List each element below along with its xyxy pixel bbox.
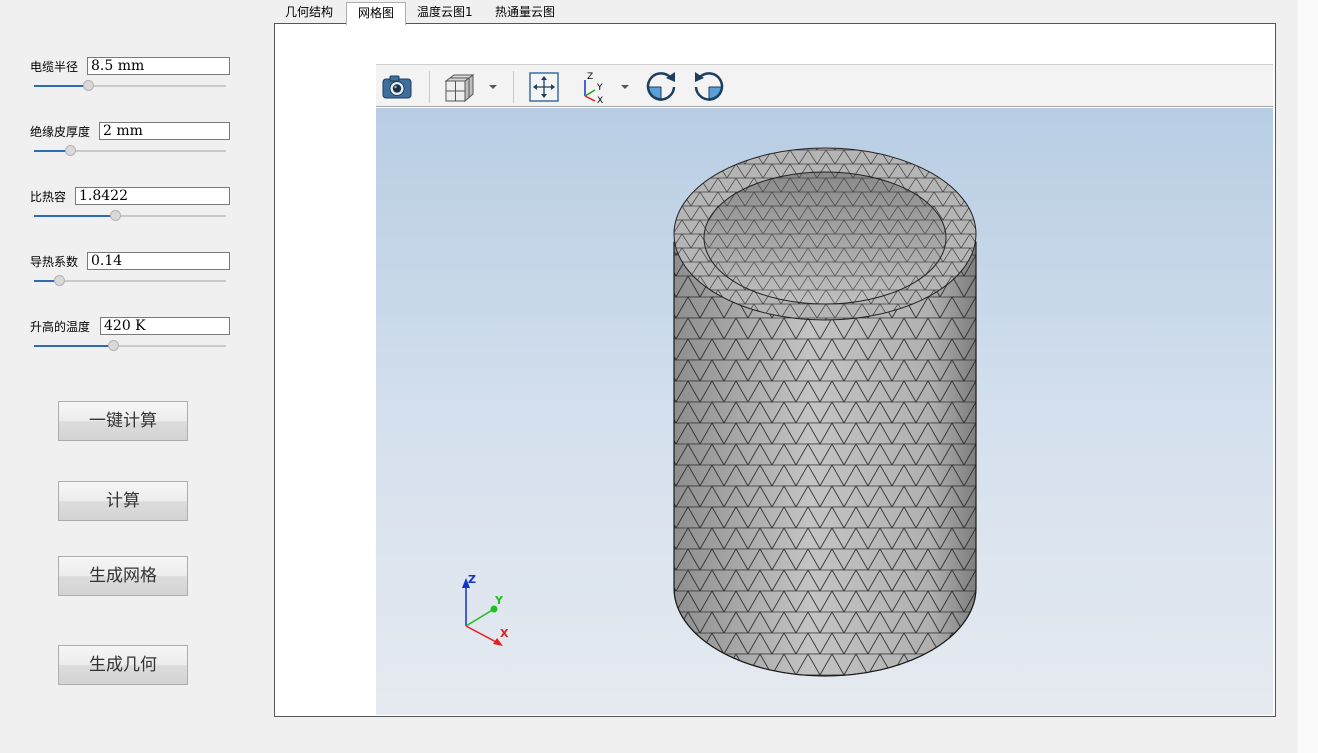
toolbar-separator [429, 71, 430, 103]
slider-handle[interactable] [82, 80, 94, 91]
cable-radius-input[interactable]: 8.5 mm [87, 57, 230, 75]
tab-geometry[interactable]: 几何结构 [274, 2, 344, 24]
rotate-cw-icon[interactable] [644, 70, 678, 104]
axes-y-label: Y [596, 83, 603, 93]
one-click-compute-button[interactable]: 一键计算 [58, 401, 188, 441]
insulation-thickness-label: 绝缘皮厚度 [30, 125, 91, 139]
triad-x-label: X [500, 627, 509, 640]
axes-dropdown-chevron-down-icon[interactable] [619, 81, 631, 93]
specific-heat-input[interactable]: 1.8422 [75, 187, 230, 205]
thermal-conductivity-input[interactable]: 0.14 [87, 252, 230, 270]
window-edge [1298, 0, 1318, 753]
mesh-canvas[interactable]: Z Y X [376, 108, 1273, 715]
slider-handle[interactable] [53, 275, 65, 286]
tab-mesh[interactable]: 网格图 [346, 2, 407, 25]
specific-heat-label: 比热容 [30, 190, 67, 204]
axes-z-label: Z [587, 72, 593, 82]
generate-geometry-button[interactable]: 生成几何 [58, 645, 188, 685]
specific-heat-slider[interactable] [34, 210, 226, 222]
axes-x-label: X [597, 96, 603, 104]
temperature-rise-label: 升高的温度 [30, 320, 91, 334]
view-dropdown-chevron-down-icon[interactable] [487, 81, 499, 93]
slider-handle[interactable] [65, 145, 77, 156]
mesh-viewport[interactable]: Z Y X [376, 108, 1273, 715]
triad-z-label: Z [468, 573, 476, 586]
temperature-rise-slider[interactable] [34, 340, 226, 352]
triad-y-label: Y [494, 594, 504, 607]
slider-handle[interactable] [109, 210, 121, 221]
tab-temperature-contour[interactable]: 温度云图1 [406, 2, 484, 24]
thermal-conductivity-slider[interactable] [34, 275, 226, 287]
camera-icon[interactable] [380, 70, 414, 104]
cable-radius-label: 电缆半径 [30, 60, 79, 74]
insulation-thickness-input[interactable]: 2 mm [99, 122, 230, 140]
view-cube-icon[interactable] [442, 70, 476, 104]
rotate-ccw-icon[interactable] [692, 70, 726, 104]
toolbar-separator [513, 71, 514, 103]
cable-radius-slider[interactable] [34, 80, 226, 92]
insulation-thickness-slider[interactable] [34, 145, 226, 157]
cable-mesh-model [673, 147, 977, 677]
thermal-conductivity-label: 导热系数 [30, 255, 79, 269]
axis-triad: Z Y X [462, 573, 509, 646]
temperature-rise-input[interactable]: 420 K [100, 317, 230, 335]
slider-handle[interactable] [107, 340, 119, 351]
fit-all-icon[interactable] [527, 70, 561, 104]
generate-mesh-button[interactable]: 生成网格 [58, 556, 188, 596]
tab-heat-flux-contour[interactable]: 热通量云图 [484, 2, 566, 24]
viewer-toolbar: Z Y X [376, 64, 1273, 107]
axes-icon[interactable]: Z Y X [575, 70, 609, 106]
compute-button[interactable]: 计算 [58, 481, 188, 521]
